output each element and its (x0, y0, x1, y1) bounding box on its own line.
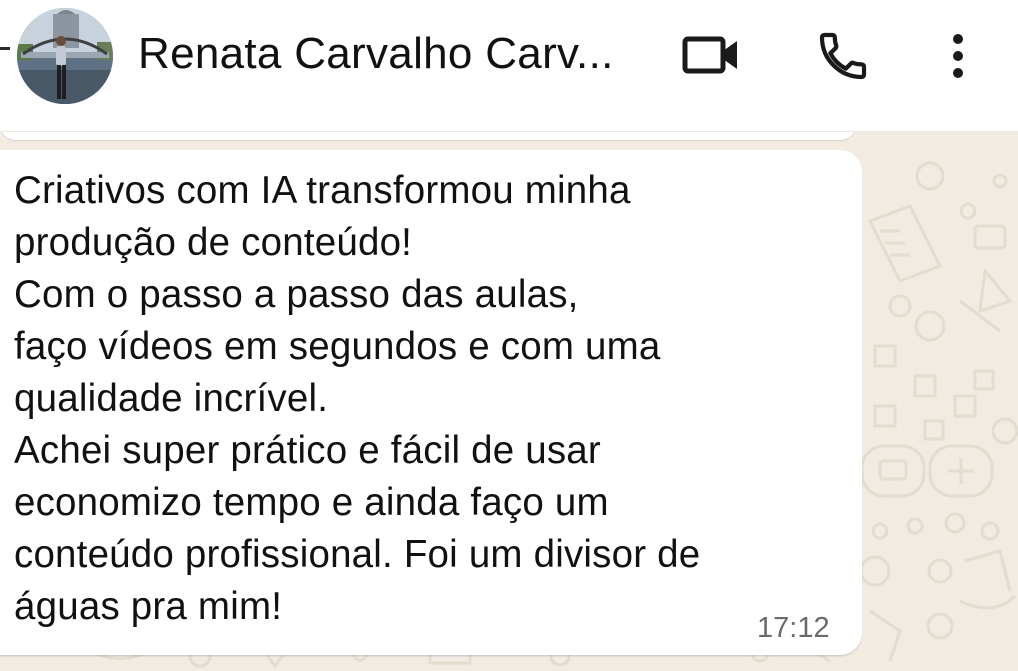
chat-header: Renata Carvalho Carv... (0, 0, 1018, 132)
more-options-icon[interactable] (944, 30, 972, 82)
message-text-line: faço vídeos em segundos e com uma (14, 325, 661, 368)
avatar-photo (17, 8, 113, 104)
message-text-line: economizo tempo e ainda faço um (14, 481, 609, 524)
message-text-line: águas pra mim! (14, 585, 283, 628)
message-text-line: qualidade incrível. (14, 377, 329, 420)
contact-name[interactable]: Renata Carvalho Carv... (138, 26, 614, 82)
message-bubble[interactable]: Criativos com IA transformou minha produ… (0, 150, 862, 655)
back-arrow-icon[interactable] (0, 47, 10, 50)
avatar[interactable] (17, 8, 113, 104)
message-text-line: Criativos com IA transformou minha (14, 169, 631, 212)
message-text-line: Achei super prático e fácil de usar (14, 429, 601, 472)
message-text-line: conteúdo profissional. Foi um divisor de (14, 533, 701, 576)
voice-call-icon[interactable] (815, 28, 871, 84)
message-timestamp: 17:12 (757, 612, 830, 644)
video-call-icon[interactable] (681, 31, 741, 79)
message-text-line: produção de conteúdo! (14, 221, 413, 264)
message-text-line: Com o passo a passo das aulas, (14, 273, 579, 316)
